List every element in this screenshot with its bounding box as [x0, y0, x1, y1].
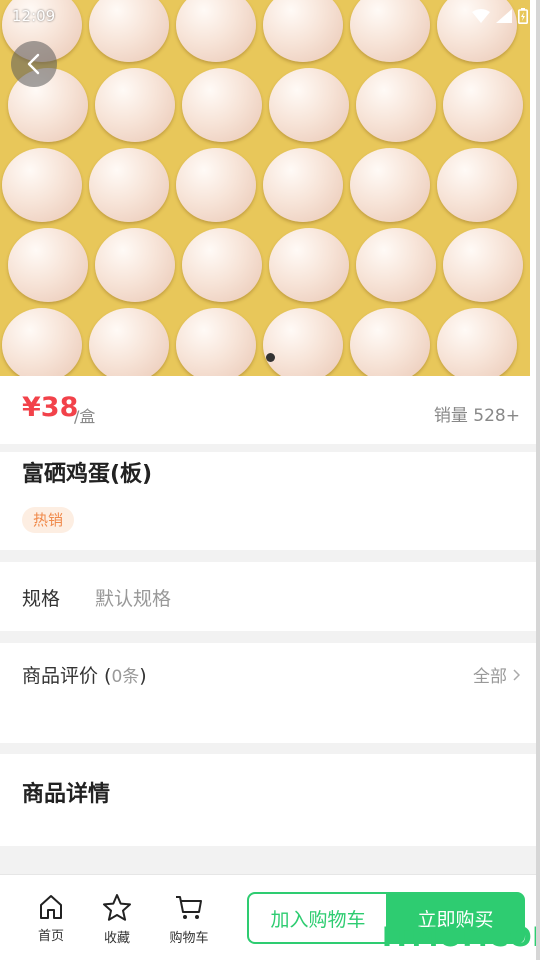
egg-shape [269, 228, 349, 302]
battery-icon [518, 8, 528, 24]
egg-shape [443, 68, 523, 142]
egg-shape [437, 148, 517, 222]
reviews-count: 0条 [111, 667, 140, 687]
product-info-card: 富硒鸡蛋(板) 热销 [0, 452, 540, 550]
wifi-icon [472, 9, 490, 23]
egg-shape [176, 308, 256, 376]
egg-shape [176, 148, 256, 222]
egg-shape [2, 308, 82, 376]
sales-count: 销量 528+ [433, 406, 520, 426]
egg-shape [269, 68, 349, 142]
product-photo [0, 0, 530, 376]
egg-shape [437, 308, 517, 376]
reviews-section: 商品评价 (0条) 全部 [0, 643, 540, 743]
nav-favorite[interactable]: 收藏 [87, 893, 147, 946]
status-bar: 12:09 [0, 0, 540, 32]
product-name: 富硒鸡蛋(板) [22, 462, 153, 487]
carousel-indicator-dot [266, 353, 275, 362]
egg-shape [95, 68, 175, 142]
chevron-left-icon [27, 53, 40, 75]
egg-shape [263, 308, 343, 376]
details-title: 商品详情 [22, 782, 111, 807]
egg-shape [263, 148, 343, 222]
watermark-text: ITMOP.COM [382, 922, 540, 953]
egg-shape [89, 148, 169, 222]
egg-shape [356, 68, 436, 142]
egg-shape [2, 148, 82, 222]
product-image-carousel[interactable]: 12:09 [0, 0, 540, 376]
egg-shape [182, 228, 262, 302]
reviews-title-prefix: 商品评价 ( [22, 665, 112, 687]
nav-home-label: 首页 [37, 929, 64, 944]
reviews-title: 商品评价 (0条) [22, 661, 147, 688]
add-to-cart-button[interactable]: 加入购物车 [247, 892, 387, 944]
status-icons [472, 8, 528, 24]
nav-favorite-label: 收藏 [103, 931, 130, 946]
product-detail-page: 12:09 ¥38 /盒 销量 528+ 富硒鸡蛋(板) 热销 规格 默认规格 … [0, 0, 540, 960]
nav-home[interactable]: 首页 [21, 893, 81, 944]
egg-shape [8, 228, 88, 302]
egg-shape [89, 308, 169, 376]
egg-shape [182, 68, 262, 142]
chevron-right-icon [513, 668, 520, 681]
back-button[interactable] [11, 41, 57, 87]
egg-shape [356, 228, 436, 302]
nav-cart[interactable]: 购物车 [159, 893, 219, 946]
egg-tray-image [0, 0, 530, 376]
star-icon [103, 894, 131, 921]
nav-cart-label: 购物车 [169, 931, 209, 946]
egg-shape [350, 148, 430, 222]
spec-selector[interactable]: 规格 默认规格 [0, 562, 540, 631]
status-time: 12:09 [12, 7, 56, 25]
view-all-reviews-link[interactable]: 全部 [473, 662, 520, 687]
egg-shape [95, 228, 175, 302]
reviews-title-suffix: ) [139, 665, 147, 687]
product-price: ¥38 [22, 392, 79, 423]
scrollbar[interactable] [536, 0, 540, 960]
spec-value: 默认规格 [95, 588, 172, 610]
cart-icon [176, 896, 202, 919]
price-row: ¥38 /盒 销量 528+ [0, 376, 540, 444]
price-unit: /盒 [74, 407, 96, 426]
view-all-label: 全部 [473, 667, 507, 687]
signal-icon [496, 9, 512, 23]
hot-sale-badge: 热销 [22, 507, 75, 533]
home-icon [40, 895, 62, 919]
product-details-section: 商品详情 [0, 754, 540, 846]
spec-label: 规格 [22, 588, 61, 610]
egg-shape [443, 228, 523, 302]
egg-shape [350, 308, 430, 376]
